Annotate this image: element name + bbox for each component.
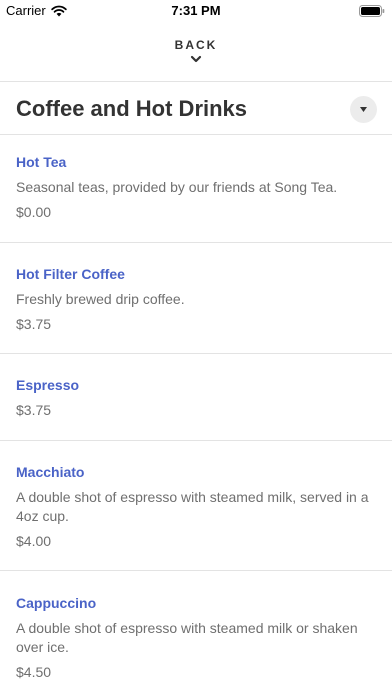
section-dropdown-button[interactable] (350, 96, 377, 123)
item-name: Hot Filter Coffee (16, 266, 125, 282)
back-label: BACK (174, 38, 218, 52)
item-name: Hot Tea (16, 154, 67, 170)
menu-item[interactable]: Hot Filter Coffee Freshly brewed drip co… (0, 243, 392, 353)
back-button[interactable]: BACK (0, 30, 392, 78)
item-name: Cappuccino (16, 595, 97, 611)
item-price: $4.00 (16, 533, 52, 549)
item-description: Freshly brewed drip coffee. (16, 291, 185, 307)
item-price: $3.75 (16, 402, 52, 418)
status-time: 7:31 PM (171, 3, 221, 18)
item-description: A double shot of espresso with steamed m… (16, 489, 369, 524)
menu-item[interactable]: Macchiato A double shot of espresso with… (0, 441, 392, 570)
item-name: Macchiato (16, 464, 85, 480)
menu-item[interactable]: Espresso $3.75 (0, 354, 392, 440)
item-description: A double shot of espresso with steamed m… (16, 620, 358, 655)
status-bar: Carrier 7:31 PM (0, 0, 392, 22)
item-name: Espresso (16, 377, 80, 393)
battery-icon (359, 5, 385, 17)
section-header: Coffee and Hot Drinks (0, 82, 392, 134)
menu-item[interactable]: Cappuccino A double shot of espresso wit… (0, 571, 392, 696)
item-price: $0.00 (16, 204, 52, 220)
item-description: Seasonal teas, provided by our friends a… (16, 179, 338, 195)
caret-down-icon (360, 107, 367, 112)
section-title: Coffee and Hot Drinks (16, 96, 248, 121)
screen: Carrier 7:31 PM BACK Coffee and Hot Drin… (0, 0, 392, 696)
item-price: $4.50 (16, 664, 52, 680)
chevron-down-icon (190, 55, 202, 63)
item-price: $3.75 (16, 316, 52, 332)
menu-item[interactable]: Hot Tea Seasonal teas, provided by our f… (0, 135, 392, 242)
